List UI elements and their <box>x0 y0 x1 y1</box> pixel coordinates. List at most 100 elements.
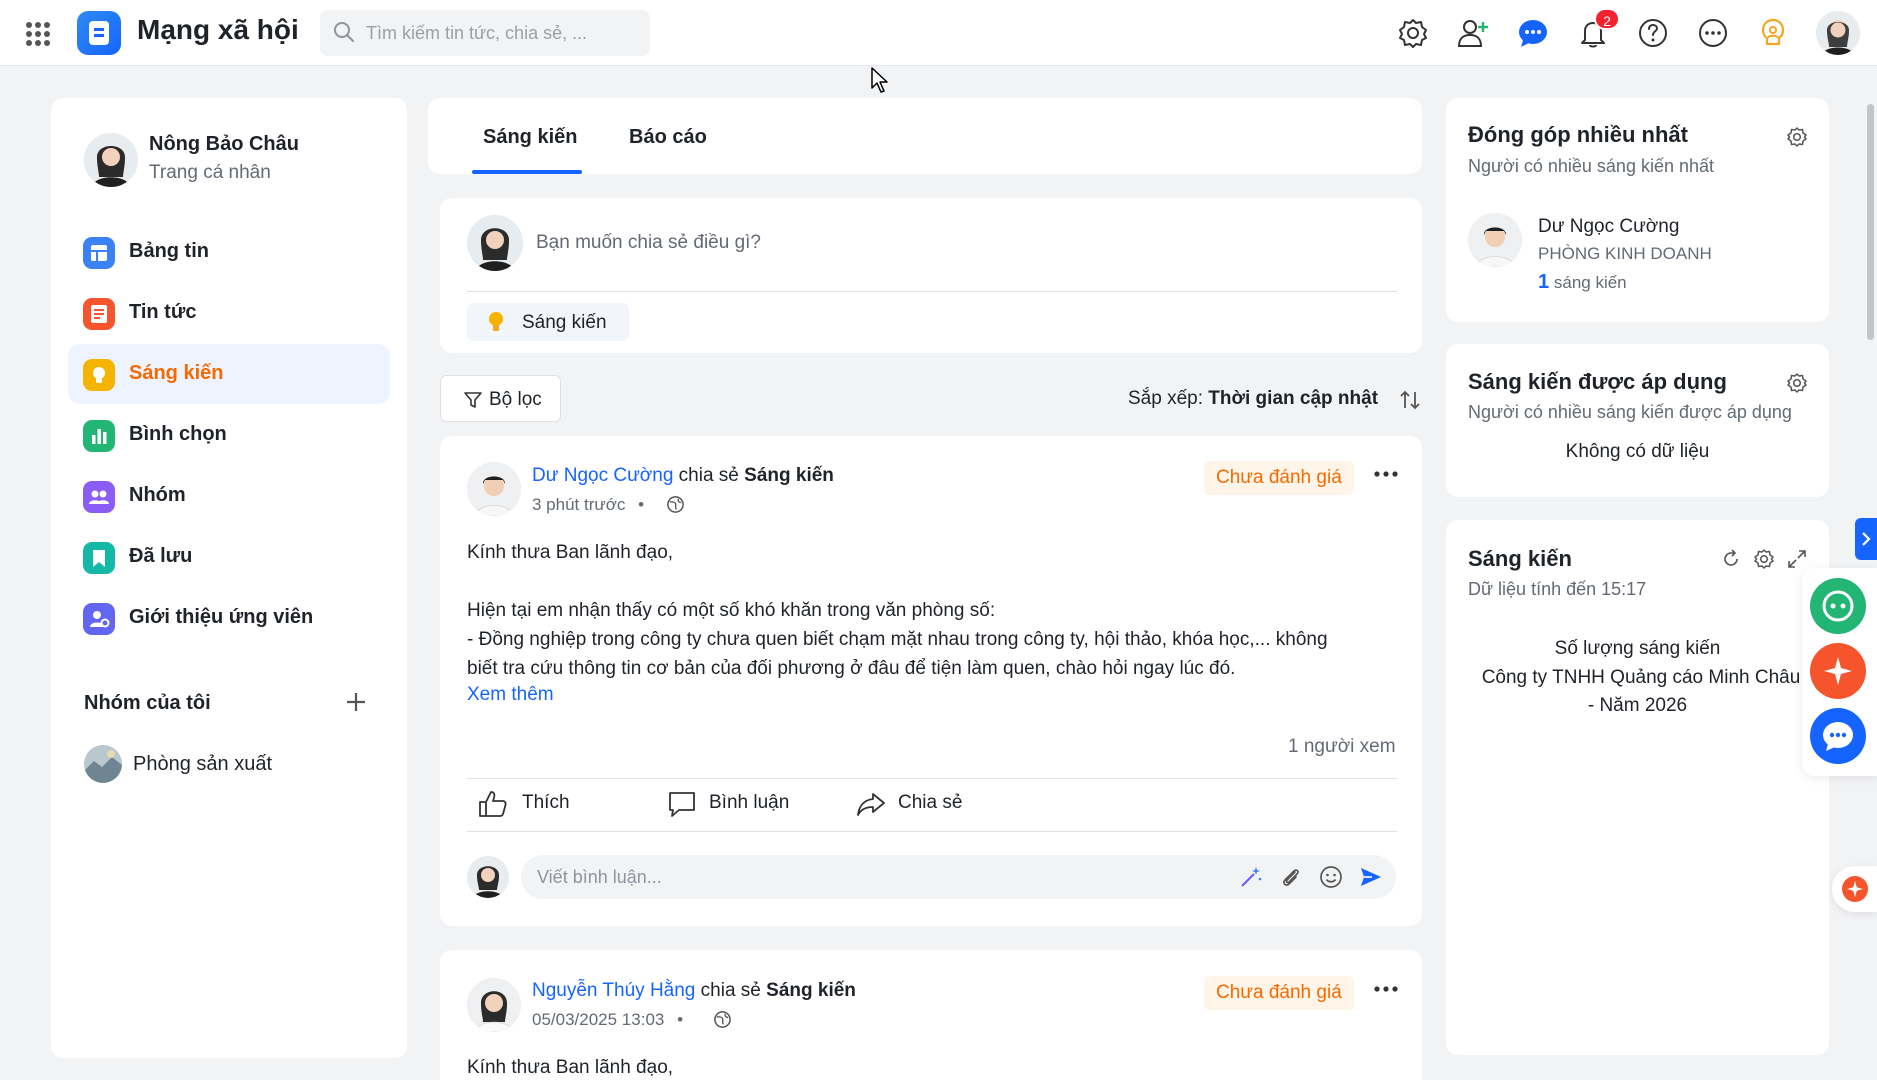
post-body-line: Hiện tại em nhận thấy có một số khó khăn… <box>467 600 996 621</box>
my-groups-title: Nhóm của tôi <box>84 692 211 714</box>
more-dots-icon[interactable] <box>1373 985 1399 993</box>
post-body-line: biết tra cứu thông tin cơ bản của đối ph… <box>467 658 1236 679</box>
share-label: Chia sẻ <box>898 792 963 813</box>
search-box[interactable] <box>320 10 650 56</box>
profile-avatar[interactable] <box>84 133 138 187</box>
status-badge: Chưa đánh giá <box>1204 461 1354 495</box>
tab-reports[interactable]: Báo cáo <box>629 126 707 149</box>
assistant-bot-icon[interactable] <box>1810 578 1866 634</box>
sidebar-item-news[interactable]: Tin tức <box>68 283 390 343</box>
sort-arrows-icon[interactable] <box>1398 388 1422 412</box>
comment-input[interactable] <box>537 855 1217 899</box>
contributor-count-value: 1 <box>1538 271 1550 293</box>
idea-bulb-icon[interactable] <box>1756 16 1790 50</box>
help-icon[interactable] <box>1636 16 1670 50</box>
status-badge: Chưa đánh giá <box>1204 976 1354 1010</box>
post-author-avatar[interactable] <box>467 978 521 1032</box>
comment-label: Bình luận <box>709 792 790 813</box>
post-body-line: - Đồng nghiệp trong công ty chưa quen bi… <box>467 629 1328 650</box>
app-logo-icon <box>77 11 121 55</box>
search-input[interactable] <box>366 10 646 56</box>
see-more-link[interactable]: Xem thêm <box>467 684 554 706</box>
ai-sparkle-icon[interactable] <box>1810 643 1866 699</box>
send-icon[interactable] <box>1359 865 1383 889</box>
paperclip-icon[interactable] <box>1279 865 1303 889</box>
post-author-name[interactable]: Dư Ngọc Cường <box>532 465 673 486</box>
more-options-icon[interactable] <box>1696 16 1730 50</box>
scrollbar-thumb[interactable] <box>1867 104 1874 340</box>
post-verb: chia sẻ <box>678 465 739 486</box>
magic-wand-icon[interactable] <box>1239 865 1263 889</box>
post-author-name[interactable]: Nguyễn Thúy Hằng <box>532 980 695 1001</box>
post-time: 3 phút trước • <box>532 495 645 514</box>
refresh-icon[interactable] <box>1720 548 1742 570</box>
comment-button[interactable]: Bình luận <box>667 786 817 822</box>
top-contributors-subtitle: Người có nhiều sáng kiến nhất <box>1468 156 1715 176</box>
sidebar-item-label: Nhóm <box>129 484 186 506</box>
view-count[interactable]: 1 người xem <box>1288 736 1396 758</box>
lightbulb-icon <box>489 312 503 331</box>
contributor-name[interactable]: Dư Ngọc Cường <box>1538 216 1679 238</box>
sidebar-item-label: Đã lưu <box>129 545 193 567</box>
group-avatar[interactable] <box>84 745 122 783</box>
filter-icon <box>464 392 482 408</box>
gear-icon[interactable] <box>1753 548 1775 570</box>
sort-control[interactable]: Sắp xếp: Thời gian cập nhật <box>1128 388 1378 410</box>
sidebar-item-groups[interactable]: Nhóm <box>68 466 390 526</box>
sidebar-item-label: Giới thiệu ứng viên <box>129 606 314 628</box>
chat-icon[interactable] <box>1516 16 1550 50</box>
initiative-stats-card <box>1446 520 1829 1055</box>
stats-line: Công ty TNHH Quảng cáo Minh Châu <box>1481 667 1801 688</box>
stats-line: - Năm 2026 <box>1587 695 1688 716</box>
initiative-stats-subtitle: Dữ liệu tính đến 15:17 <box>1468 579 1647 599</box>
sidebar-item-referral[interactable]: Giới thiệu ứng viên <box>68 588 390 648</box>
post-body-line: Kính thưa Ban lãnh đạo, <box>467 1057 674 1078</box>
group-item-production[interactable]: Phòng sản xuất <box>133 753 272 776</box>
initiative-chip-button[interactable]: Sáng kiến <box>467 303 629 341</box>
gear-icon[interactable] <box>1786 372 1808 394</box>
add-group-icon[interactable] <box>344 690 368 714</box>
post-timestamp: 3 phút trước <box>532 495 626 514</box>
contributor-avatar[interactable] <box>1468 213 1522 267</box>
sort-prefix: Sắp xếp: <box>1128 388 1203 409</box>
like-button[interactable]: Thích <box>478 786 598 822</box>
applied-initiatives-subtitle: Người có nhiều sáng kiến được áp dụng <box>1468 402 1792 422</box>
initiative-stats-title: Sáng kiến <box>1468 546 1572 571</box>
post-divider <box>467 778 1397 779</box>
post-author-avatar[interactable] <box>467 462 521 516</box>
sidebar-item-initiatives[interactable]: Sáng kiến <box>68 344 390 404</box>
post-header: Nguyễn Thúy Hằng chia sẻ Sáng kiến <box>532 980 856 1002</box>
globe-icon <box>667 496 684 513</box>
gear-icon[interactable] <box>1396 16 1430 50</box>
more-dots-icon[interactable] <box>1373 470 1399 478</box>
sidebar-item-polls[interactable]: Bình chọn <box>68 405 390 465</box>
expand-icon[interactable] <box>1786 548 1808 570</box>
chip-label: Sáng kiến <box>522 312 607 333</box>
notification-badge: 2 <box>1594 8 1620 30</box>
emoji-icon[interactable] <box>1319 865 1343 889</box>
app-grid-icon[interactable] <box>26 22 50 46</box>
app-title: Mạng xã hội <box>137 14 299 45</box>
add-friend-icon[interactable] <box>1456 16 1490 50</box>
search-icon <box>334 22 354 42</box>
filter-button[interactable]: Bộ lọc <box>440 375 561 422</box>
applied-initiatives-title: Sáng kiến được áp dụng <box>1468 369 1727 394</box>
thumbs-up-icon <box>479 791 507 817</box>
share-button[interactable]: Chia sẻ <box>856 786 986 822</box>
sidebar-item-label: Sáng kiến <box>129 362 224 384</box>
sort-value: Thời gian cập nhật <box>1208 388 1379 409</box>
empty-state-text: Không có dữ liệu <box>1565 441 1710 462</box>
profile-name[interactable]: Nông Bảo Châu <box>149 133 299 156</box>
post-time: 05/03/2025 13:03 • <box>532 1010 684 1029</box>
contributor-count: 1 sáng kiến <box>1538 271 1627 294</box>
comment-box[interactable] <box>521 855 1396 899</box>
chat-bubble-icon[interactable] <box>1810 708 1866 764</box>
post-type: Sáng kiến <box>766 980 856 1001</box>
gear-icon[interactable] <box>1786 126 1808 148</box>
sidebar-item-news-feed[interactable]: Bảng tin <box>68 222 390 282</box>
composer-input[interactable]: Bạn muốn chia sẻ điều gì? <box>536 232 761 254</box>
tab-initiatives[interactable]: Sáng kiến <box>483 126 577 149</box>
profile-link[interactable]: Trang cá nhân <box>149 162 271 184</box>
user-avatar[interactable] <box>1816 11 1860 55</box>
sidebar-item-saved[interactable]: Đã lưu <box>68 527 390 587</box>
